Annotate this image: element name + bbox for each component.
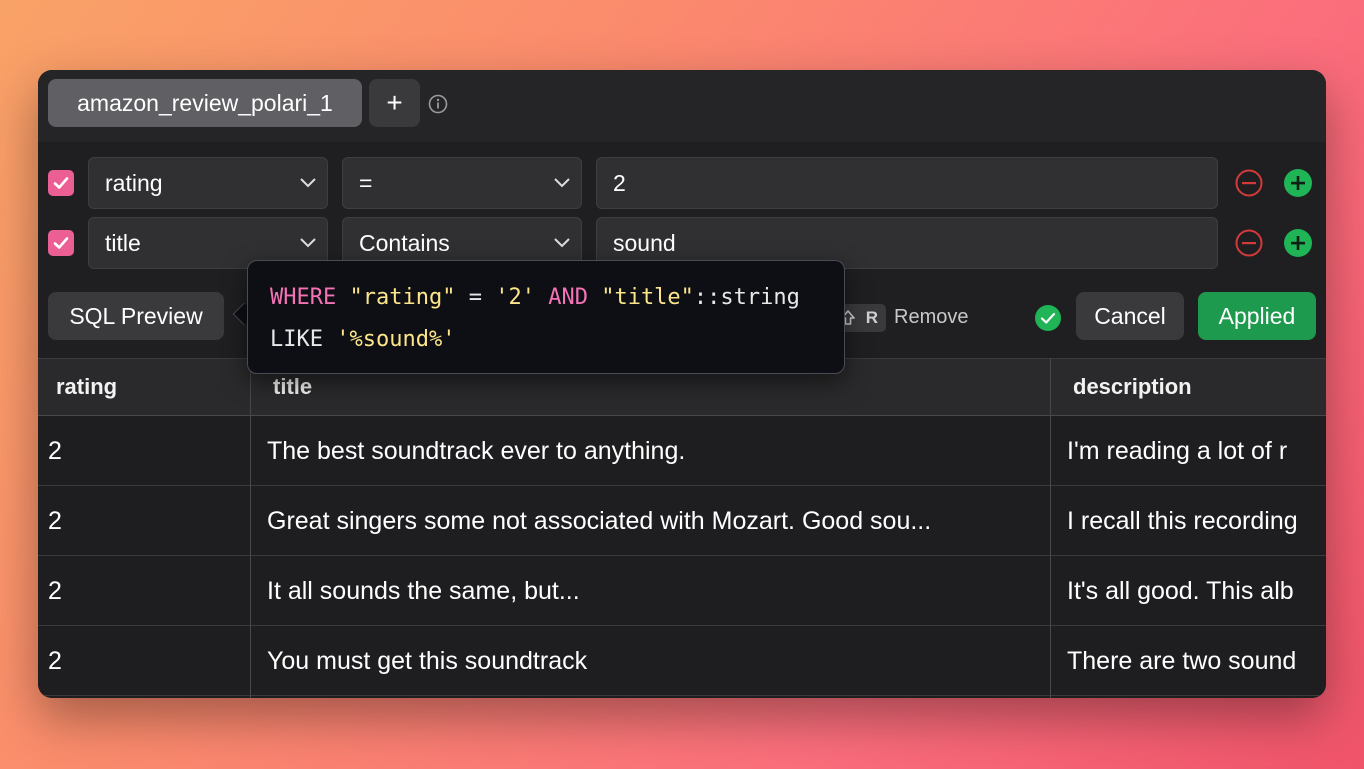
filter-value-text: 2 [613, 169, 626, 196]
cell-description: I'm reading a lot of r [1067, 436, 1288, 465]
cell-rating: 2 [48, 576, 62, 605]
filter-operator-select[interactable]: = [342, 157, 582, 209]
chevron-down-icon [300, 178, 316, 188]
cell-rating: 2 [48, 436, 62, 465]
info-icon[interactable] [428, 94, 448, 114]
cell-title: It all sounds the same, but... [267, 576, 580, 605]
filter-column-select[interactable]: rating [88, 157, 328, 209]
tab-bar: amazon_review_polari_1 + [38, 70, 1326, 142]
check-icon [53, 237, 69, 249]
table-row[interactable]: 2 It all sounds the same, but... It's al… [38, 556, 1326, 626]
chevron-down-icon [554, 238, 570, 248]
sql-preview-button[interactable]: SQL Preview [48, 292, 224, 340]
tab-amazon-review[interactable]: amazon_review_polari_1 [48, 79, 362, 127]
filter-column-value: title [105, 229, 141, 256]
remove-label: Remove [894, 306, 969, 328]
add-tab-button[interactable]: + [369, 79, 420, 127]
cancel-button[interactable]: Cancel [1076, 292, 1184, 340]
filter-operator-value: = [359, 169, 373, 196]
cell-description: There are two sound [1067, 646, 1297, 675]
cell-rating: 2 [48, 646, 62, 675]
filter-enable-checkbox[interactable] [48, 170, 74, 196]
cell-rating: 2 [48, 506, 62, 535]
sql-identifier: "title" [601, 285, 694, 310]
sql-operator: = [455, 285, 496, 310]
cell-description: I recall this recording [1067, 506, 1298, 535]
remove-filter-icon[interactable] [1234, 228, 1264, 258]
table-row[interactable]: 2 Great singers some not associated with… [38, 486, 1326, 556]
cell-title: Great singers some not associated with M… [267, 506, 932, 535]
cell-description: It's all good. This alb [1067, 576, 1294, 605]
cell-title: The best soundtrack ever to anything. [267, 436, 686, 465]
cell-title: You must get this soundtrack [267, 646, 588, 675]
filter-value-input[interactable]: 2 [596, 157, 1218, 209]
column-divider[interactable] [250, 358, 251, 698]
filter-column-value: rating [105, 169, 163, 196]
sql-literal: '%sound%' [336, 327, 456, 352]
chevron-down-icon [300, 238, 316, 248]
chevron-down-icon [554, 178, 570, 188]
filter-value-text: sound [613, 229, 676, 256]
sql-identifier: "rating" [349, 285, 456, 310]
results-table: rating title description 2 The best soun… [38, 358, 1326, 698]
shortcut-key-label: R [865, 308, 878, 327]
remove-filter-icon[interactable] [1234, 168, 1264, 198]
table-row[interactable]: 2 The best soundtrack ever to anything. … [38, 416, 1326, 486]
check-icon [53, 177, 69, 189]
sql-preview-tooltip: WHERE "rating" = '2' AND "title"::string… [247, 260, 845, 374]
check-circle-icon [1035, 305, 1061, 331]
column-header-rating[interactable]: rating [38, 359, 250, 415]
add-filter-icon[interactable] [1283, 228, 1313, 258]
filter-operator-value: Contains [359, 229, 450, 256]
add-filter-icon[interactable] [1283, 168, 1313, 198]
sql-keyword: WHERE [270, 285, 337, 310]
sql-keyword: AND [548, 285, 588, 310]
app-window: amazon_review_polari_1 + rating = 2 titl… [38, 70, 1326, 698]
applied-button[interactable]: Applied [1198, 292, 1316, 340]
filter-enable-checkbox[interactable] [48, 230, 74, 256]
column-header-description[interactable]: description [1055, 359, 1326, 415]
table-row[interactable]: 2 You must get this soundtrack There are… [38, 626, 1326, 696]
column-divider[interactable] [1050, 358, 1051, 698]
sql-literal: '2' [495, 285, 535, 310]
